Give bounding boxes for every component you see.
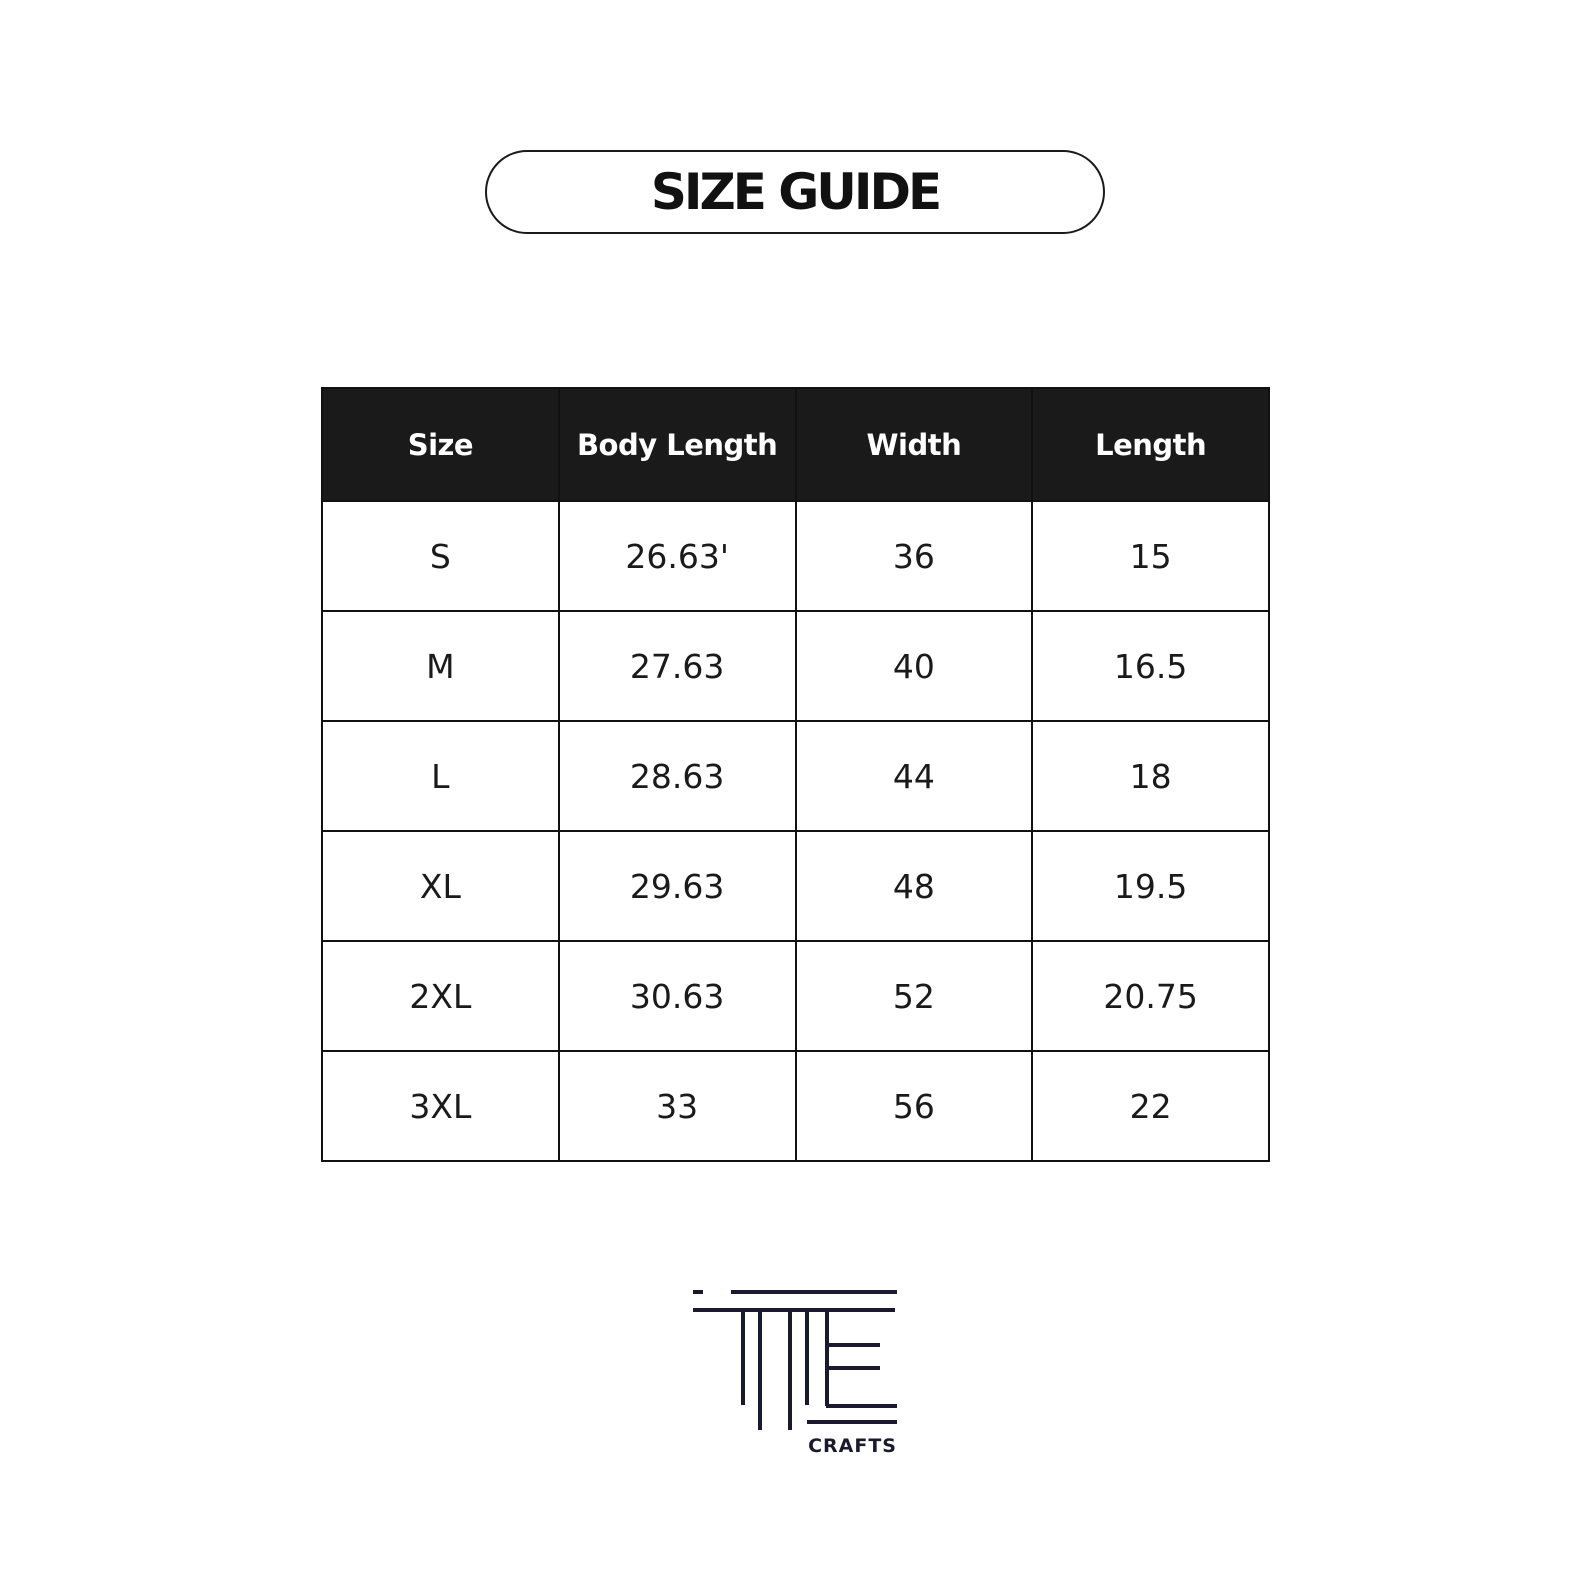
- table-cell: XL: [321, 830, 560, 942]
- table-header-row: Size Body Length Width Length: [321, 387, 1270, 502]
- table-row: 2XL 30.63 52 20.75: [321, 940, 1270, 1052]
- title-banner: SIZE GUIDE: [485, 150, 1105, 234]
- table-cell: 16.5: [1031, 610, 1270, 722]
- column-header-length: Length: [1031, 387, 1270, 502]
- table-cell: 36: [794, 500, 1034, 612]
- table-cell: 48: [794, 830, 1034, 942]
- table-row: L 28.63 44 18: [321, 720, 1270, 832]
- table-cell: 30.63: [557, 940, 797, 1052]
- table-cell: 26.63': [557, 500, 797, 612]
- table-cell: 2XL: [321, 940, 560, 1052]
- table-cell: 40: [794, 610, 1034, 722]
- table-cell: S: [321, 500, 560, 612]
- table-row: M 27.63 40 16.5: [321, 610, 1270, 722]
- page-title: SIZE GUIDE: [650, 163, 942, 221]
- table-cell: 27.63: [557, 610, 797, 722]
- table-cell: 22: [1031, 1050, 1270, 1162]
- size-table: Size Body Length Width Length S 26.63' 3…: [321, 387, 1270, 1162]
- column-header-body-length: Body Length: [557, 387, 797, 502]
- table-cell: 52: [794, 940, 1034, 1052]
- table-row: XL 29.63 48 19.5: [321, 830, 1270, 942]
- table-cell: 56: [794, 1050, 1034, 1162]
- table-cell: 29.63: [557, 830, 797, 942]
- brand-logo: CRAFTS: [693, 1290, 897, 1457]
- table-cell: 19.5: [1031, 830, 1270, 942]
- table-cell: 18: [1031, 720, 1270, 832]
- table-row: 3XL 33 56 22: [321, 1050, 1270, 1162]
- table-cell: 15: [1031, 500, 1270, 612]
- column-header-width: Width: [794, 387, 1034, 502]
- table-cell: M: [321, 610, 560, 722]
- table-cell: 20.75: [1031, 940, 1270, 1052]
- table-cell: 28.63: [557, 720, 797, 832]
- table-cell: 33: [557, 1050, 797, 1162]
- table-cell: L: [321, 720, 560, 832]
- table-row: S 26.63' 36 15: [321, 500, 1270, 612]
- table-cell: 44: [794, 720, 1034, 832]
- brand-name: CRAFTS: [808, 1435, 897, 1457]
- table-cell: 3XL: [321, 1050, 560, 1162]
- column-header-size: Size: [321, 387, 560, 502]
